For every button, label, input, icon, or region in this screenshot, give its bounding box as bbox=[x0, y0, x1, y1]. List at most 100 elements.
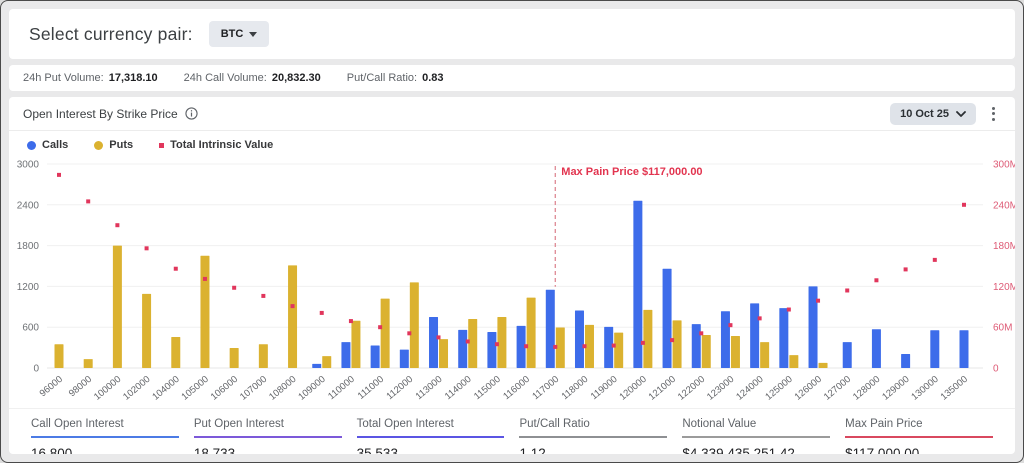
intrinsic-value-point-126000[interactable] bbox=[816, 299, 820, 303]
put-volume-value: 17,318.10 bbox=[109, 72, 158, 84]
put-bar-108000[interactable] bbox=[288, 265, 297, 368]
call-bar-121000[interactable] bbox=[663, 269, 672, 368]
call-bar-125000[interactable] bbox=[779, 308, 788, 368]
info-icon[interactable] bbox=[185, 107, 198, 120]
call-bar-129000[interactable] bbox=[901, 354, 910, 368]
call-bar-123000[interactable] bbox=[721, 311, 730, 368]
put-bar-123000[interactable] bbox=[731, 336, 740, 368]
put-bar-122000[interactable] bbox=[702, 335, 711, 368]
intrinsic-value-point-119000[interactable] bbox=[612, 344, 616, 348]
right-axis-tick-label: 240M bbox=[993, 200, 1015, 211]
intrinsic-value-point-135000[interactable] bbox=[962, 203, 966, 207]
put-bar-110000[interactable] bbox=[351, 321, 360, 368]
intrinsic-value-point-124000[interactable] bbox=[758, 316, 762, 320]
intrinsic-value-point-105000[interactable] bbox=[203, 277, 207, 281]
call-bar-110000[interactable] bbox=[341, 342, 350, 368]
stat-label: Put/Call Ratio bbox=[519, 418, 667, 438]
put-bar-105000[interactable] bbox=[200, 256, 209, 368]
x-axis-tick-label: 119000 bbox=[589, 374, 620, 402]
intrinsic-value-point-120000[interactable] bbox=[641, 341, 645, 345]
intrinsic-value-point-100000[interactable] bbox=[115, 223, 119, 227]
x-axis-tick-label: 105000 bbox=[180, 374, 211, 403]
intrinsic-value-point-122000[interactable] bbox=[699, 331, 703, 335]
x-axis-tick-label: 135000 bbox=[939, 374, 970, 403]
intrinsic-value-point-98000[interactable] bbox=[86, 199, 90, 203]
intrinsic-value-point-123000[interactable] bbox=[728, 323, 732, 327]
intrinsic-value-point-104000[interactable] bbox=[174, 267, 178, 271]
x-axis-tick-label: 129000 bbox=[880, 374, 911, 403]
legend-item-puts[interactable]: Puts bbox=[94, 139, 133, 151]
legend-circle-marker bbox=[27, 141, 36, 150]
call-bar-117000[interactable] bbox=[546, 290, 555, 368]
x-axis-tick-label: 125000 bbox=[763, 374, 794, 403]
x-axis-tick-label: 130000 bbox=[909, 374, 940, 403]
call-bar-130000[interactable] bbox=[930, 330, 939, 368]
intrinsic-value-point-106000[interactable] bbox=[232, 286, 236, 290]
put-bar-102000[interactable] bbox=[142, 294, 151, 368]
intrinsic-value-point-102000[interactable] bbox=[145, 246, 149, 250]
put-bar-116000[interactable] bbox=[527, 298, 536, 368]
intrinsic-value-point-117000[interactable] bbox=[553, 345, 557, 349]
call-bar-112000[interactable] bbox=[400, 350, 409, 368]
call-bar-135000[interactable] bbox=[960, 330, 969, 368]
put-bar-124000[interactable] bbox=[760, 342, 769, 368]
put-bar-120000[interactable] bbox=[643, 310, 652, 368]
call-bar-122000[interactable] bbox=[692, 324, 701, 368]
call-bar-113000[interactable] bbox=[429, 317, 438, 368]
stat-value: $117,000.00 bbox=[845, 446, 993, 454]
put-bar-111000[interactable] bbox=[381, 299, 390, 368]
open-interest-chart[interactable]: 0060060M1200120M1800180M2400240M3000300M… bbox=[9, 153, 1015, 403]
put-bar-125000[interactable] bbox=[789, 355, 798, 368]
put-bar-112000[interactable] bbox=[410, 282, 419, 368]
kebab-menu-icon[interactable] bbox=[986, 104, 1001, 124]
put-bar-104000[interactable] bbox=[171, 337, 180, 368]
put-bar-119000[interactable] bbox=[614, 333, 623, 368]
intrinsic-value-point-110000[interactable] bbox=[349, 319, 353, 323]
intrinsic-value-point-111000[interactable] bbox=[378, 325, 382, 329]
call-bar-114000[interactable] bbox=[458, 330, 467, 368]
call-bar-126000[interactable] bbox=[809, 286, 818, 368]
max-pain-annotation: Max Pain Price $117,000.00 bbox=[561, 166, 702, 178]
intrinsic-value-point-114000[interactable] bbox=[466, 339, 470, 343]
intrinsic-value-point-116000[interactable] bbox=[524, 344, 528, 348]
put-bar-98000[interactable] bbox=[84, 359, 93, 368]
x-axis-tick-label: 100000 bbox=[92, 374, 123, 403]
put-bar-126000[interactable] bbox=[819, 363, 828, 368]
put-bar-100000[interactable] bbox=[113, 246, 122, 368]
intrinsic-value-point-121000[interactable] bbox=[670, 338, 674, 342]
put-bar-113000[interactable] bbox=[439, 339, 448, 368]
date-selector-dropdown[interactable]: 10 Oct 25 bbox=[890, 103, 976, 125]
intrinsic-value-point-115000[interactable] bbox=[495, 342, 499, 346]
intrinsic-value-point-125000[interactable] bbox=[787, 308, 791, 312]
put-bar-121000[interactable] bbox=[673, 320, 682, 368]
call-bar-115000[interactable] bbox=[487, 332, 496, 368]
intrinsic-value-point-108000[interactable] bbox=[291, 304, 295, 308]
intrinsic-value-point-130000[interactable] bbox=[933, 258, 937, 262]
call-volume-label: 24h Call Volume: bbox=[184, 72, 267, 84]
intrinsic-value-point-109000[interactable] bbox=[320, 311, 324, 315]
intrinsic-value-point-96000[interactable] bbox=[57, 173, 61, 177]
currency-pair-dropdown[interactable]: BTC bbox=[209, 21, 270, 47]
call-bar-111000[interactable] bbox=[371, 346, 380, 368]
intrinsic-value-point-128000[interactable] bbox=[874, 278, 878, 282]
put-bar-114000[interactable] bbox=[468, 319, 477, 368]
call-bar-118000[interactable] bbox=[575, 311, 584, 368]
intrinsic-value-point-112000[interactable] bbox=[407, 331, 411, 335]
legend-item-calls[interactable]: Calls bbox=[27, 139, 68, 151]
intrinsic-value-point-107000[interactable] bbox=[261, 294, 265, 298]
legend-square-marker bbox=[159, 143, 164, 148]
intrinsic-value-point-113000[interactable] bbox=[437, 335, 441, 339]
call-bar-124000[interactable] bbox=[750, 303, 759, 368]
put-bar-107000[interactable] bbox=[259, 344, 268, 368]
intrinsic-value-point-127000[interactable] bbox=[845, 288, 849, 292]
put-bar-109000[interactable] bbox=[322, 356, 331, 368]
intrinsic-value-point-118000[interactable] bbox=[582, 344, 586, 348]
put-bar-106000[interactable] bbox=[230, 348, 239, 368]
legend-item-total-intrinsic-value[interactable]: Total Intrinsic Value bbox=[159, 139, 273, 151]
put-bar-96000[interactable] bbox=[55, 344, 64, 368]
put-call-ratio-value: 0.83 bbox=[422, 72, 443, 84]
call-bar-127000[interactable] bbox=[843, 342, 852, 368]
intrinsic-value-point-129000[interactable] bbox=[904, 267, 908, 271]
call-bar-128000[interactable] bbox=[872, 329, 881, 368]
call-bar-109000[interactable] bbox=[312, 364, 321, 368]
